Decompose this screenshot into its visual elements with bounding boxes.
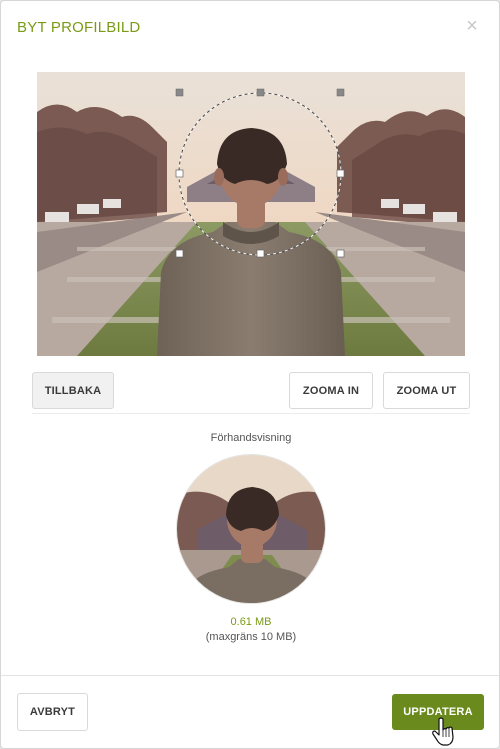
zoom-out-button[interactable]: ZOOMA UT — [383, 372, 470, 409]
crop-editor[interactable] — [37, 72, 465, 356]
close-icon[interactable]: × — [463, 15, 481, 37]
avatar-preview — [176, 454, 326, 604]
cancel-button[interactable]: AVBRYT — [17, 693, 88, 731]
footer-divider — [1, 675, 499, 676]
change-profile-picture-dialog: BYT PROFILBILD × TILLBAKA ZOOMA IN ZOOMA… — [0, 0, 500, 749]
preview-label: Förhandsvisning — [210, 432, 292, 444]
divider — [32, 413, 470, 414]
back-button[interactable]: TILLBAKA — [32, 372, 114, 409]
hand-pointer-icon — [432, 717, 454, 746]
dialog-header: BYT PROFILBILD × — [1, 1, 499, 55]
file-size: 0.61 MB — [230, 616, 272, 628]
photo-image — [37, 72, 465, 356]
dialog-title: BYT PROFILBILD — [17, 19, 141, 36]
zoom-in-button[interactable]: ZOOMA IN — [289, 372, 373, 409]
file-size-limit: (maxgräns 10 MB) — [205, 631, 297, 643]
